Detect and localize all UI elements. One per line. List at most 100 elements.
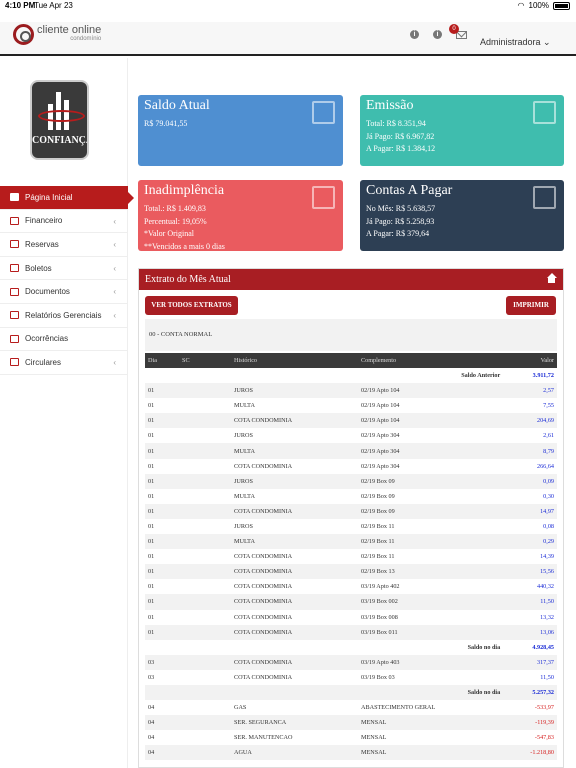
- card-emissao[interactable]: Emissão Total: R$ 8.351,94 Já Pago: R$ 6…: [360, 95, 564, 166]
- day-cell: 04: [145, 745, 179, 761]
- history-cell: COTA CONDOMINIA: [234, 462, 293, 470]
- complement-cell: 02/19 Box 09: [358, 503, 504, 519]
- table-row: 01 COTA CONDOMINIA 03/19 Box 002 11,50: [145, 594, 557, 610]
- value-cell: 0,29: [503, 534, 557, 550]
- sidebar-item-label: Ocorrências: [25, 334, 69, 344]
- condo-logo-text: CONFIANÇA: [32, 135, 89, 146]
- card-line: R$ 79.041,55: [144, 119, 188, 128]
- card-line: Já Pago: R$ 5.258,93: [366, 216, 435, 226]
- sidebar-item-circulares[interactable]: Circulares ‹: [0, 351, 128, 375]
- info-icon[interactable]: i: [410, 30, 419, 39]
- value-cell: 440,32: [536, 583, 554, 591]
- card-line: No Mês: R$ 5.638,57: [366, 204, 436, 213]
- sidebar-item-pagina-inicial[interactable]: Página Inicial: [0, 186, 134, 210]
- card-title: Inadimplência: [144, 183, 225, 198]
- table-row: 01 MULTA 02/19 Apto 304 8,79: [145, 443, 557, 459]
- balance-row: Saldo no dia 4.928,45: [145, 640, 557, 655]
- table-row: 01 COTA CONDOMINIA 02/19 Apto 304 266,64: [145, 459, 557, 474]
- chevron-left-icon: ‹: [113, 263, 116, 273]
- notification-badge: 0: [449, 23, 459, 34]
- home-icon: [10, 193, 19, 202]
- value-cell: 2,61: [543, 432, 554, 440]
- card-line: A Pagar: R$ 1.384,12: [366, 144, 436, 153]
- history-cell: JUROS: [234, 432, 253, 440]
- day-cell: 01: [148, 462, 155, 470]
- card-saldo-atual[interactable]: Saldo Atual R$ 79.041,55: [138, 95, 343, 166]
- card-contas-a-pagar[interactable]: Contas A Pagar No Mês: R$ 5.638,57 Já Pa…: [360, 180, 564, 251]
- day-cell: 01: [148, 402, 155, 410]
- history-cell: MULTA: [234, 402, 255, 410]
- balance-row: Saldo no dia 5.257,32: [145, 684, 557, 701]
- day-cell: 01: [145, 413, 179, 429]
- info-icon-2[interactable]: i: [433, 30, 442, 39]
- complement-cell: 02/19 Box 13: [358, 564, 504, 580]
- value-cell: 8,79: [503, 443, 557, 459]
- column-header: Complemento: [358, 353, 504, 368]
- sc-cell: [179, 610, 231, 625]
- home-icon[interactable]: [546, 273, 557, 283]
- balance-value: 4.928,45: [532, 643, 554, 651]
- complement-cell: 02/19 Box 11: [361, 553, 395, 561]
- complement-cell: 03/19 Apto 403: [358, 654, 504, 670]
- day-cell: 01: [148, 583, 155, 591]
- table-header-row: Dia SC Histórico Complemento Valor: [145, 353, 557, 368]
- table-row: 04 SER. SEGURANCA MENSAL -119,39: [145, 715, 557, 731]
- print-button[interactable]: IMPRIMIR: [506, 296, 556, 315]
- sidebar-item-reservas[interactable]: Reservas ‹: [0, 233, 128, 257]
- view-all-statements-button[interactable]: VER TODOS EXTRATOS: [145, 296, 238, 315]
- sidebar: CONFIANÇA Página Inicial Financeiro ‹ Res…: [0, 58, 134, 768]
- history-cell: COTA CONDOMINIA: [234, 673, 293, 681]
- value-cell: -1.218,80: [503, 745, 557, 761]
- card-line: **Vencidos a mais 0 dias: [144, 241, 225, 251]
- sidebar-item-boletos[interactable]: Boletos ‹: [0, 257, 128, 281]
- table-row: 01 MULTA 02/19 Apto 104 7,55: [145, 398, 557, 413]
- report-icon: [10, 311, 19, 320]
- chevron-left-icon: ‹: [113, 287, 116, 297]
- sidebar-item-label: Relatórios Gerenciais: [25, 310, 102, 320]
- history-cell: COTA CONDOMINIA: [231, 503, 358, 519]
- day-cell: 01: [145, 473, 179, 489]
- card-line: A Pagar: R$ 379,64: [366, 229, 430, 238]
- history-cell: COTA CONDOMINIA: [231, 564, 358, 580]
- table-row: 01 COTA CONDOMINIA 03/19 Apto 402 440,32: [145, 579, 557, 594]
- sidebar-item-label: Página Inicial: [25, 192, 73, 202]
- sc-cell: [179, 383, 231, 399]
- value-cell: 317,37: [503, 654, 557, 670]
- history-cell: GAS: [234, 704, 247, 712]
- complement-cell: ABASTECIMENTO GERAL: [361, 704, 436, 712]
- logo-mark-icon: [13, 24, 34, 45]
- sidebar-item-label: Reservas: [25, 239, 59, 249]
- column-header: SC: [179, 353, 231, 368]
- sc-cell: [179, 745, 231, 761]
- column-header: Histórico: [231, 353, 358, 368]
- complement-cell: 02/19 Box 11: [361, 522, 395, 530]
- user-menu[interactable]: Administradora ⌄: [480, 37, 551, 48]
- calendar-check-icon: [312, 101, 335, 124]
- table-row: 01 COTA CONDOMINIA 02/19 Apto 104 204,69: [145, 413, 557, 429]
- table-row: 04 AGUA MENSAL -1.218,80: [145, 745, 557, 761]
- mail-icon[interactable]: 0: [449, 23, 467, 39]
- sidebar-item-ocorrencias[interactable]: Ocorrências: [0, 328, 128, 352]
- card-line: Total.: R$ 1.409,83: [144, 204, 206, 213]
- day-cell: 01: [145, 564, 179, 580]
- complement-cell: MENSAL: [358, 715, 504, 731]
- sidebar-item-relatorios[interactable]: Relatórios Gerenciais ‹: [0, 304, 128, 328]
- day-cell: 01: [148, 553, 155, 561]
- day-cell: 01: [145, 624, 179, 640]
- sidebar-item-financeiro[interactable]: Financeiro ‹: [0, 210, 128, 234]
- complement-cell: 02/19 Apto 304: [361, 462, 400, 470]
- sc-cell: [179, 428, 231, 443]
- trend-up-icon: [312, 186, 335, 209]
- panel-title: Extrato do Mês Atual: [145, 274, 231, 285]
- statement-table: Dia SC Histórico Complemento Valor Saldo…: [145, 353, 557, 761]
- sc-cell: [179, 670, 231, 685]
- table-row: 01 COTA CONDOMINIA 02/19 Box 11 14,39: [145, 549, 557, 564]
- history-cell: MULTA: [231, 443, 358, 459]
- app-logo[interactable]: cliente online condomínio: [13, 24, 101, 45]
- history-cell: COTA CONDOMINIA: [234, 583, 293, 591]
- card-inadimplencia[interactable]: Inadimplência Total.: R$ 1.409,83 Percen…: [138, 180, 343, 251]
- table-row: 01 JUROS 02/19 Box 11 0,08: [145, 519, 557, 534]
- sidebar-item-documentos[interactable]: Documentos ‹: [0, 280, 128, 304]
- complement-cell: 02/19 Apto 104: [361, 402, 400, 410]
- table-row: 01 JUROS 02/19 Apto 104 2,57: [145, 383, 557, 399]
